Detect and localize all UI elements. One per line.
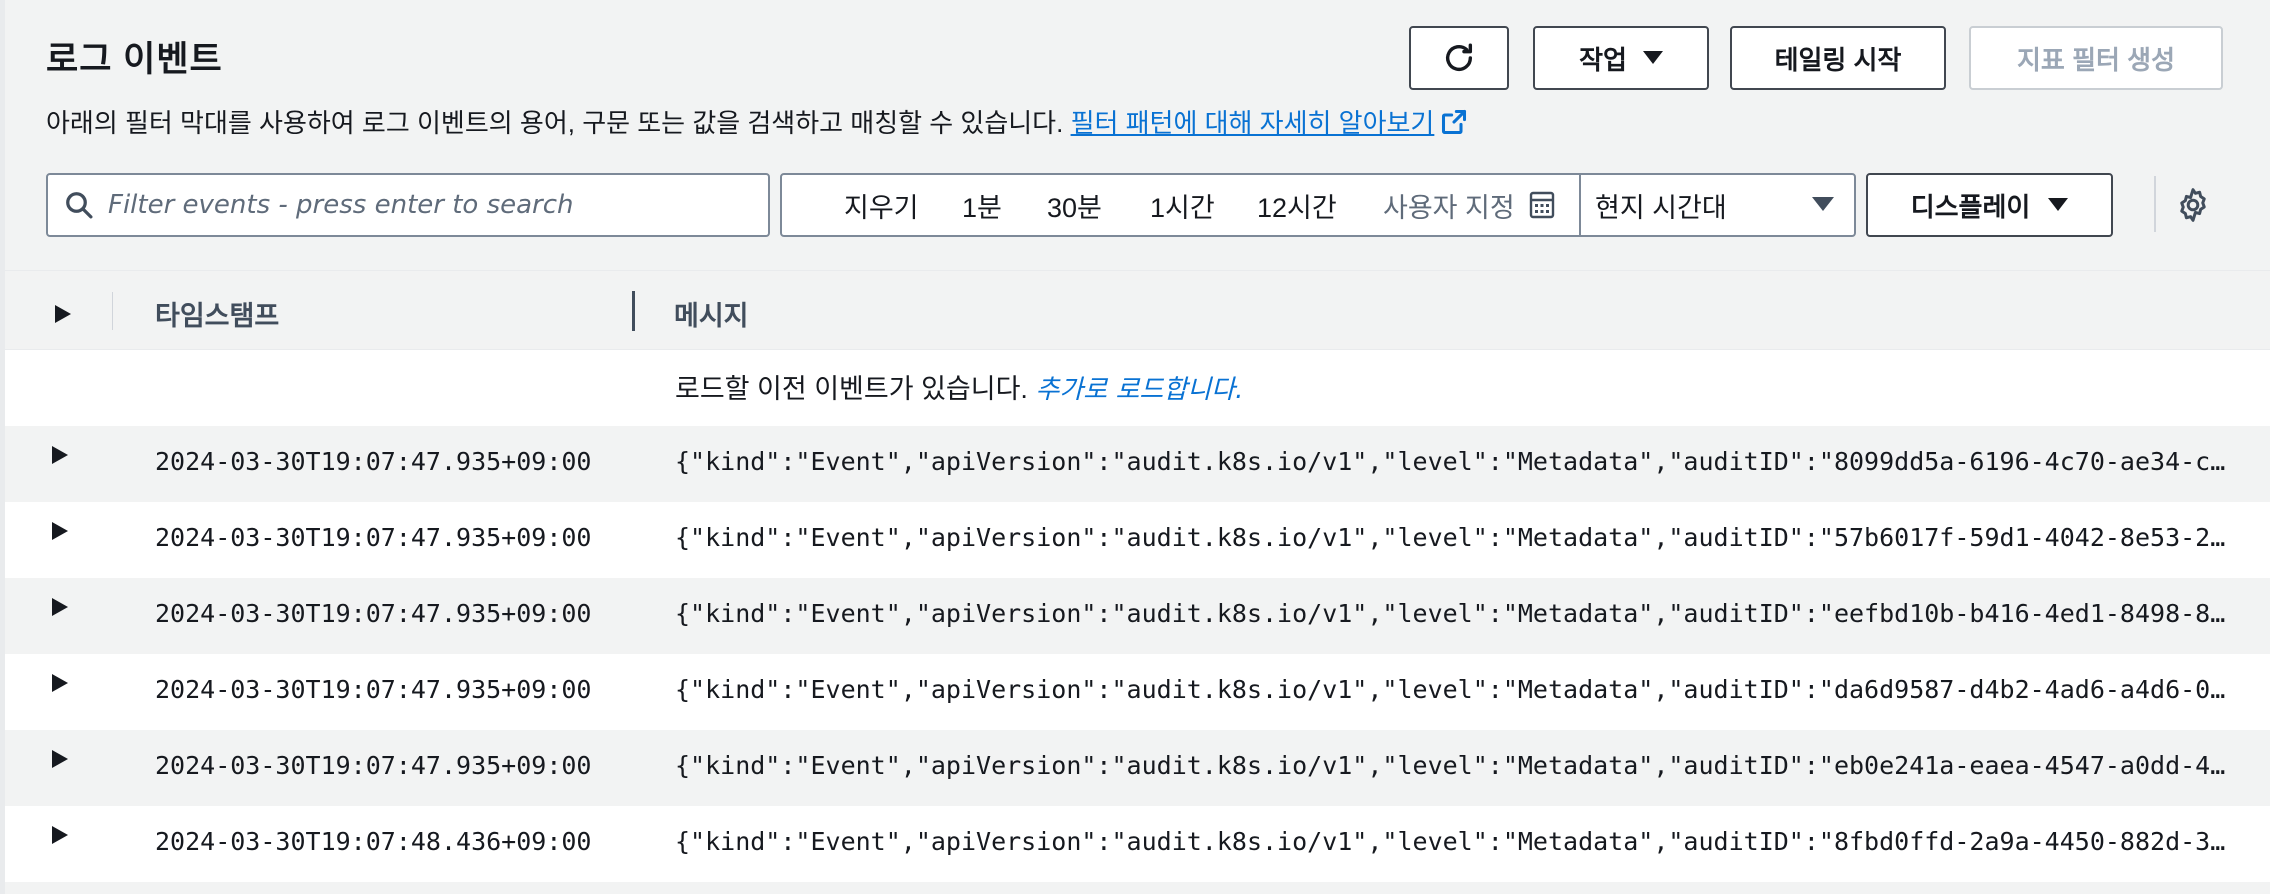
- search-icon: [66, 192, 93, 219]
- row-message: {"kind":"Event","apiVersion":"audit.k8s.…: [675, 447, 2228, 476]
- table-row[interactable]: 2024-03-30T19:07:48.436+09:00 {"kind":"E…: [5, 806, 2270, 882]
- caret-down-icon: [1642, 51, 1663, 64]
- load-more-link[interactable]: 추가로 로드합니다.: [1035, 375, 1243, 405]
- column-header-message[interactable]: 메시지: [674, 294, 749, 333]
- actions-label: 작업: [1579, 44, 1627, 75]
- actions-dropdown-button[interactable]: 작업: [1533, 26, 1709, 90]
- range-1-hour[interactable]: 1시간: [1150, 175, 1215, 235]
- display-dropdown-button[interactable]: 디스플레이: [1866, 173, 2113, 237]
- column-resize-handle[interactable]: [632, 291, 635, 331]
- expand-row-icon[interactable]: [52, 598, 68, 616]
- create-metric-filter-button[interactable]: 지표 필터 생성: [1969, 26, 2223, 90]
- time-range-selector: 지우기 1분 30분 1시간 12시간 사용자 지정 현지 시간대: [780, 173, 1856, 237]
- column-divider: [112, 292, 113, 330]
- row-message: {"kind":"Event","apiVersion":"audit.k8s.…: [675, 599, 2228, 628]
- timezone-selected-value: 현지 시간대: [1595, 192, 1727, 223]
- panel-left-border: [0, 0, 5, 894]
- row-timestamp: 2024-03-30T19:07:47.935+09:00: [155, 599, 592, 628]
- table-row[interactable]: 2024-03-30T19:07:47.935+09:00 {"kind":"E…: [5, 730, 2270, 806]
- caret-down-icon: [2048, 198, 2069, 211]
- expand-row-icon[interactable]: [52, 446, 68, 464]
- load-more-message: 로드할 이전 이벤트가 있습니다.: [675, 374, 1028, 404]
- expand-row-icon[interactable]: [52, 750, 68, 768]
- row-timestamp: 2024-03-30T19:07:47.935+09:00: [155, 447, 592, 476]
- caret-down-icon: [1812, 197, 1834, 211]
- range-custom[interactable]: 사용자 지정: [1383, 175, 1555, 235]
- row-timestamp: 2024-03-30T19:07:48.436+09:00: [155, 827, 592, 856]
- search-input[interactable]: [108, 190, 748, 220]
- range-1-minute[interactable]: 1분: [962, 175, 1002, 235]
- load-more-text: 로드할 이전 이벤트가 있습니다. 추가로 로드합니다.: [675, 367, 1243, 406]
- range-12-hours[interactable]: 12시간: [1257, 175, 1337, 235]
- log-events-panel: 로그 이벤트 작업 테일링 시작 지표 필터 생성 아래의 필터 막대를 사용하…: [0, 0, 2270, 894]
- page-title: 로그 이벤트: [46, 40, 223, 79]
- expand-row-icon[interactable]: [52, 674, 68, 692]
- table-row[interactable]: 2024-03-30T19:07:47.935+09:00 {"kind":"E…: [5, 578, 2270, 654]
- table-header: 타임스탬프 메시지: [5, 270, 2270, 350]
- learn-more-link-label: 필터 패턴에 대해 자세히 알아보기: [1070, 108, 1435, 138]
- row-message: {"kind":"Event","apiVersion":"audit.k8s.…: [675, 523, 2228, 552]
- expand-all-icon[interactable]: [55, 305, 71, 323]
- description: 아래의 필터 막대를 사용하여 로그 이벤트의 용어, 구문 또는 값을 검색하…: [46, 103, 1468, 140]
- row-timestamp: 2024-03-30T19:07:47.935+09:00: [155, 675, 592, 704]
- row-timestamp: 2024-03-30T19:07:47.935+09:00: [155, 523, 592, 552]
- display-label: 디스플레이: [1910, 191, 2031, 222]
- range-custom-label: 사용자 지정: [1383, 192, 1515, 223]
- table-row-partial: [5, 882, 2270, 894]
- row-message: {"kind":"Event","apiVersion":"audit.k8s.…: [675, 675, 2228, 704]
- external-link-icon[interactable]: [1440, 108, 1468, 136]
- calendar-icon: [1529, 191, 1554, 219]
- range-clear[interactable]: 지우기: [844, 175, 919, 235]
- toolbar-divider: [2154, 176, 2156, 232]
- table-row[interactable]: 2024-03-30T19:07:47.935+09:00 {"kind":"E…: [5, 426, 2270, 502]
- table-row[interactable]: 2024-03-30T19:07:47.935+09:00 {"kind":"E…: [5, 654, 2270, 730]
- start-tailing-button[interactable]: 테일링 시작: [1730, 26, 1946, 90]
- learn-more-link[interactable]: 필터 패턴에 대해 자세히 알아보기: [1071, 108, 1435, 138]
- load-more-row: 로드할 이전 이벤트가 있습니다. 추가로 로드합니다.: [5, 350, 2270, 426]
- column-header-timestamp[interactable]: 타임스탬프: [155, 294, 279, 333]
- expand-row-icon[interactable]: [52, 522, 68, 540]
- expand-row-icon[interactable]: [52, 826, 68, 844]
- filter-search-box[interactable]: [46, 173, 770, 237]
- timezone-select[interactable]: 현지 시간대: [1579, 175, 1856, 235]
- gear-icon[interactable]: [2175, 187, 2211, 223]
- refresh-button[interactable]: [1409, 26, 1509, 90]
- row-message: {"kind":"Event","apiVersion":"audit.k8s.…: [675, 751, 2228, 780]
- range-30-minutes[interactable]: 30분: [1047, 175, 1102, 235]
- table-row[interactable]: 2024-03-30T19:07:47.935+09:00 {"kind":"E…: [5, 502, 2270, 578]
- row-timestamp: 2024-03-30T19:07:47.935+09:00: [155, 751, 592, 780]
- refresh-icon: [1445, 43, 1473, 71]
- row-message: {"kind":"Event","apiVersion":"audit.k8s.…: [675, 827, 2228, 856]
- description-text: 아래의 필터 막대를 사용하여 로그 이벤트의 용어, 구문 또는 값을 검색하…: [46, 108, 1064, 138]
